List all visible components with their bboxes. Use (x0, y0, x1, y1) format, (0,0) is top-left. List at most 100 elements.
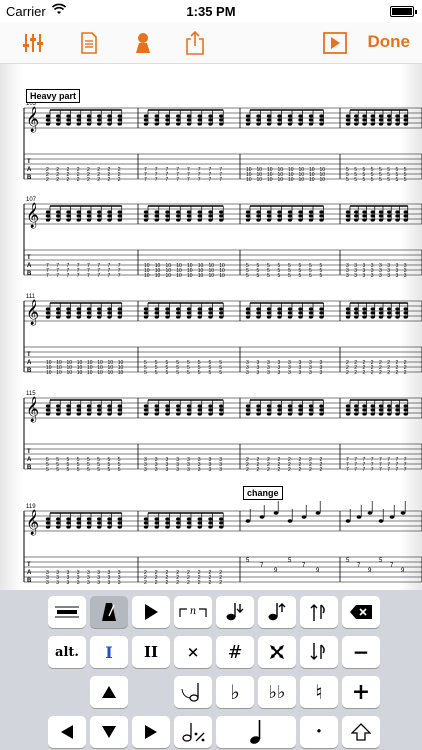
note-head (354, 315, 359, 319)
string-i-key[interactable]: I (90, 636, 128, 668)
flat-key[interactable]: ♭ (216, 676, 254, 708)
document-button[interactable] (74, 28, 104, 58)
done-button[interactable]: Done (368, 32, 411, 52)
fret-number: 2 (309, 467, 312, 473)
note-head (345, 114, 351, 118)
note-head (165, 218, 170, 222)
fret-number: 10 (187, 273, 193, 279)
note-head (378, 307, 384, 311)
dot-key[interactable]: · (300, 716, 338, 748)
quarter-note-key[interactable] (216, 716, 296, 748)
note-head (76, 307, 81, 311)
fret-number: 7 (187, 177, 190, 183)
note-head (345, 412, 351, 416)
fret-number: 2 (219, 580, 222, 586)
shift-key[interactable] (342, 716, 380, 748)
note-head (256, 307, 261, 311)
metronome-button[interactable] (128, 28, 158, 58)
string-ii-key[interactable]: II (132, 636, 170, 668)
mixer-button[interactable] (18, 28, 48, 58)
note-head (45, 122, 51, 126)
note-down-key[interactable] (216, 596, 254, 628)
tuplet-key[interactable]: n (174, 596, 212, 628)
fret-number: 10 (299, 177, 305, 183)
fret-number: 2 (77, 177, 80, 183)
fret-number: 2 (396, 370, 399, 376)
plus-key[interactable]: + (342, 676, 380, 708)
fret-number: 5 (176, 370, 179, 376)
metronome-key[interactable] (90, 596, 128, 628)
note-head (387, 214, 392, 218)
note-head (186, 307, 192, 311)
note-up-key[interactable] (258, 596, 296, 628)
note-head (154, 315, 159, 319)
note-head (354, 404, 359, 408)
play-button[interactable] (320, 28, 350, 58)
fret-number: 7 (260, 563, 264, 569)
note-head (56, 114, 61, 118)
note-head (97, 525, 102, 529)
clock: 1:35 PM (186, 4, 236, 19)
note-up-icon (268, 603, 286, 621)
bend-down-key[interactable] (300, 636, 338, 668)
repeat-note-key[interactable] (174, 716, 212, 748)
note-head (403, 218, 408, 222)
double-flat-key[interactable]: ♭♭ (258, 676, 296, 708)
note-head (277, 408, 282, 412)
delete-key[interactable] (342, 596, 380, 628)
note-head (107, 118, 112, 122)
dead-note-key[interactable]: × (174, 636, 212, 668)
note-head (319, 408, 324, 412)
note-head (266, 114, 272, 118)
fret-number: 7 (46, 273, 49, 279)
alt-key[interactable]: alt. (48, 636, 86, 668)
fret-number: 2 (379, 370, 382, 376)
fret-number: 7 (387, 467, 390, 473)
note-head (176, 214, 181, 218)
note-head (378, 412, 384, 416)
fret-number: 2 (363, 370, 366, 376)
arrow-up-key[interactable] (90, 676, 128, 708)
score-view[interactable]: 𝄞 T A B 103 2 2 2 2 2 2 2 2 2 2 2 2 2 2 2 2 2 2 2 2 2 2 2 2 7 7 7 7 7 7 7 7 7… (0, 64, 422, 590)
status-bar: Carrier 1:35 PM (0, 0, 422, 22)
natural-key[interactable]: ♮ (300, 676, 338, 708)
arrow-right-key[interactable] (132, 716, 170, 748)
grace-note-key[interactable] (174, 676, 212, 708)
fret-number: 10 (257, 177, 263, 183)
double-sharp-key[interactable] (258, 636, 296, 668)
note-head (389, 515, 395, 519)
sharp-key[interactable]: # (216, 636, 254, 668)
fret-number: 3 (166, 467, 169, 473)
note-head (208, 122, 213, 126)
note-head (266, 307, 272, 311)
play-key[interactable] (132, 596, 170, 628)
arrow-left-key[interactable] (48, 716, 86, 748)
note-head (319, 315, 324, 319)
note-head (66, 122, 71, 126)
note-head (197, 521, 202, 525)
rest-bar-key[interactable] (48, 596, 86, 628)
note-head (165, 307, 170, 311)
note-head (176, 311, 181, 315)
arrow-down-key[interactable] (90, 716, 128, 748)
dash-key[interactable]: − (342, 636, 380, 668)
note-head (219, 214, 224, 218)
note-head (66, 315, 71, 319)
share-button[interactable] (180, 28, 210, 58)
svg-text:n: n (190, 606, 196, 617)
note-head (378, 315, 384, 319)
note-head (256, 408, 261, 412)
fret-number: 10 (219, 273, 225, 279)
note-head (256, 404, 261, 408)
note-head (287, 214, 293, 218)
note-head (66, 214, 71, 218)
fret-number: 5 (108, 467, 111, 473)
note-head (298, 210, 303, 214)
note-head (45, 521, 51, 525)
treble-clef: 𝄞 (26, 106, 39, 132)
note-head (154, 408, 159, 412)
note-head (245, 218, 251, 222)
note-head (76, 517, 81, 521)
note-head (308, 218, 314, 222)
bend-up-key[interactable] (300, 596, 338, 628)
